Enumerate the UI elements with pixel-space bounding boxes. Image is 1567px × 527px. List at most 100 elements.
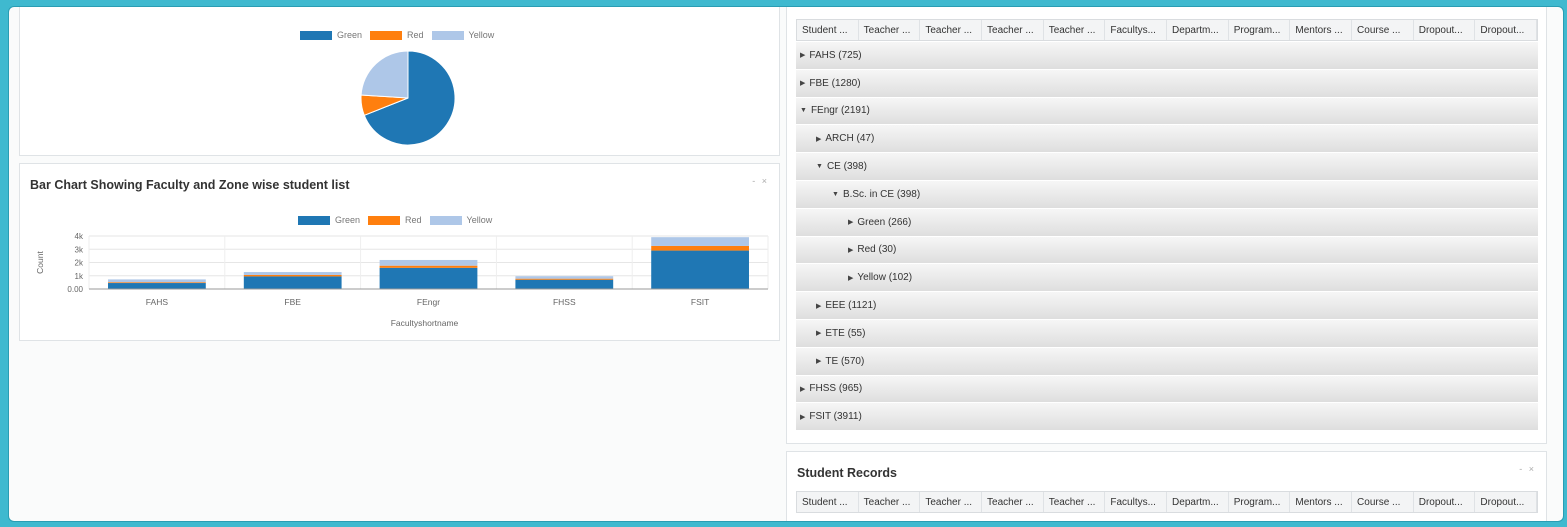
x-tick-label: FEngr	[417, 297, 440, 307]
tree-row[interactable]: ▼ CE (398)	[796, 152, 1538, 180]
tree-row-label: EEE (1121)	[825, 300, 877, 312]
legend-label: Red	[407, 30, 424, 40]
legend-item-red[interactable]: Red	[368, 215, 422, 225]
legend-item-green[interactable]: Green	[300, 30, 362, 40]
grid-header: Student ... Teacher ... Teacher ... Teacher…	[796, 19, 1538, 41]
tree-row[interactable]: ▶ FBE (1280)	[796, 68, 1538, 97]
caret-right-icon[interactable]: ▶	[816, 302, 821, 310]
caret-down-icon[interactable]: ▼	[816, 163, 823, 170]
column-header[interactable]: Student ...	[797, 492, 859, 512]
bar-fengr-green[interactable]	[379, 267, 478, 289]
caret-right-icon[interactable]: ▶	[800, 51, 805, 59]
caret-right-icon[interactable]: ▶	[848, 274, 853, 282]
pie-slice-yellow[interactable]	[360, 50, 409, 99]
column-header[interactable]: Teacher ...	[982, 492, 1044, 512]
legend-item-red[interactable]: Red	[370, 30, 424, 40]
pivot-grid-panel: Student ... Teacher ... Teacher ... Teacher…	[786, 7, 1547, 444]
bar-fengr-red[interactable]	[379, 265, 478, 268]
caret-right-icon[interactable]: ▶	[816, 357, 821, 365]
bar-fsit-yellow[interactable]	[651, 237, 749, 246]
column-header[interactable]: Teacher ...	[1044, 492, 1106, 512]
bar-fsit-green[interactable]	[651, 250, 749, 289]
column-header[interactable]: Teacher ...	[920, 20, 983, 40]
window-controls[interactable]: - ×	[1519, 464, 1536, 474]
column-header[interactable]: Course ...	[1352, 492, 1414, 512]
column-header[interactable]: Facultys...	[1105, 20, 1168, 40]
legend-swatch-green	[300, 30, 332, 40]
tree-row-label: Green (266)	[857, 216, 912, 228]
tree-row-label: FSIT (3911)	[809, 411, 862, 423]
bar-fengr-yellow[interactable]	[379, 259, 478, 266]
column-header[interactable]: Mentors ...	[1290, 20, 1353, 40]
column-header[interactable]: Dropout...	[1475, 20, 1538, 40]
bar-fsit-red[interactable]	[651, 245, 749, 251]
legend-item-yellow[interactable]: Yellow	[429, 215, 492, 225]
x-tick-label: FSIT	[691, 297, 709, 307]
tree-row[interactable]: ▶ TE (570)	[796, 346, 1538, 375]
column-header[interactable]: Student ...	[797, 20, 859, 40]
caret-right-icon[interactable]: ▶	[816, 135, 821, 143]
legend-item-green[interactable]: Green	[298, 215, 360, 225]
bar-fhss-green[interactable]	[515, 279, 614, 289]
column-header[interactable]: Program...	[1229, 20, 1291, 40]
bar-fbe-red[interactable]	[243, 274, 342, 277]
tree-row[interactable]: ▶ ETE (55)	[796, 318, 1538, 347]
tree-row[interactable]: ▶ Red (30)	[796, 235, 1538, 264]
column-header[interactable]: Mentors ...	[1290, 492, 1353, 512]
bar-fahs-green[interactable]	[108, 283, 206, 289]
column-header[interactable]: Teacher ...	[920, 492, 983, 512]
column-header[interactable]: Teacher ...	[859, 20, 921, 40]
caret-right-icon[interactable]: ▶	[848, 218, 853, 226]
tree-row[interactable]: ▶ Yellow (102)	[796, 263, 1538, 292]
tree-row-label: FEngr (2191)	[810, 105, 870, 117]
y-tick-label: 1k	[75, 272, 84, 281]
tree-row[interactable]: ▶ FHSS (965)	[796, 374, 1538, 403]
tree-row[interactable]: ▼ FEngr (2191)	[796, 96, 1538, 125]
tree-row[interactable]: ▼ B.Sc. in CE (398)	[796, 179, 1538, 208]
panel-title: Student Records	[797, 466, 898, 480]
legend-item-yellow[interactable]: Yellow	[431, 30, 494, 40]
window-controls[interactable]: - ×	[752, 176, 769, 186]
bar-fahs-red[interactable]	[108, 282, 206, 284]
bar-legend: Green Red Yellow	[298, 215, 500, 225]
column-header[interactable]: Teacher ...	[982, 20, 1044, 40]
caret-down-icon[interactable]: ▼	[832, 191, 839, 198]
caret-down-icon[interactable]: ▼	[800, 107, 807, 114]
tree-row[interactable]: ▶ FAHS (725)	[796, 41, 1538, 69]
caret-right-icon[interactable]: ▶	[848, 246, 853, 254]
tree-row[interactable]: ▶ Green (266)	[796, 207, 1538, 236]
column-header[interactable]: Dropout...	[1414, 20, 1476, 40]
legend-swatch-yellow	[431, 30, 464, 40]
caret-right-icon[interactable]: ▶	[800, 79, 805, 87]
tree-row-label: ETE (55)	[825, 327, 866, 339]
caret-right-icon[interactable]: ▶	[800, 385, 805, 393]
tree-row[interactable]: ▶ EEE (1121)	[796, 291, 1538, 319]
column-header[interactable]: Teacher ...	[859, 492, 921, 512]
column-header[interactable]: Program...	[1229, 492, 1291, 512]
stacked-bar-chart: 0.00 1k 2k 3k 4k FAHS FBE FEngr FHSS FSIT Facultys…	[35, 232, 769, 328]
tree-row-label: ARCH (47)	[825, 133, 875, 145]
bar-fhss-yellow[interactable]	[515, 276, 614, 279]
bar-fhss-red[interactable]	[515, 278, 614, 280]
legend-swatch-red	[370, 30, 403, 40]
column-header[interactable]: Dropout...	[1475, 492, 1538, 512]
tree-row-label: B.Sc. in CE (398)	[842, 188, 921, 200]
column-header[interactable]: Departm...	[1167, 492, 1229, 512]
bar-fahs-yellow[interactable]	[108, 279, 206, 283]
bar-fbe-yellow[interactable]	[243, 272, 342, 275]
legend-swatch-red	[368, 215, 401, 225]
y-tick-label: 0.00	[67, 285, 83, 294]
tree-row[interactable]: ▶ FSIT (3911)	[796, 402, 1538, 431]
column-header[interactable]: Facultys...	[1105, 492, 1168, 512]
column-header[interactable]: Teacher ...	[1044, 20, 1106, 40]
column-header[interactable]: Course ...	[1352, 20, 1414, 40]
bar-fbe-green[interactable]	[243, 276, 342, 289]
caret-right-icon[interactable]: ▶	[800, 413, 805, 421]
column-header[interactable]: Departm...	[1167, 20, 1229, 40]
legend-label: Red	[405, 215, 422, 225]
student-records-panel: Student Records - × Student ... Teacher .…	[786, 451, 1547, 521]
caret-right-icon[interactable]: ▶	[816, 329, 821, 337]
y-axis-label: Count	[35, 251, 45, 274]
tree-row[interactable]: ▶ ARCH (47)	[796, 124, 1538, 153]
column-header[interactable]: Dropout...	[1414, 492, 1476, 512]
